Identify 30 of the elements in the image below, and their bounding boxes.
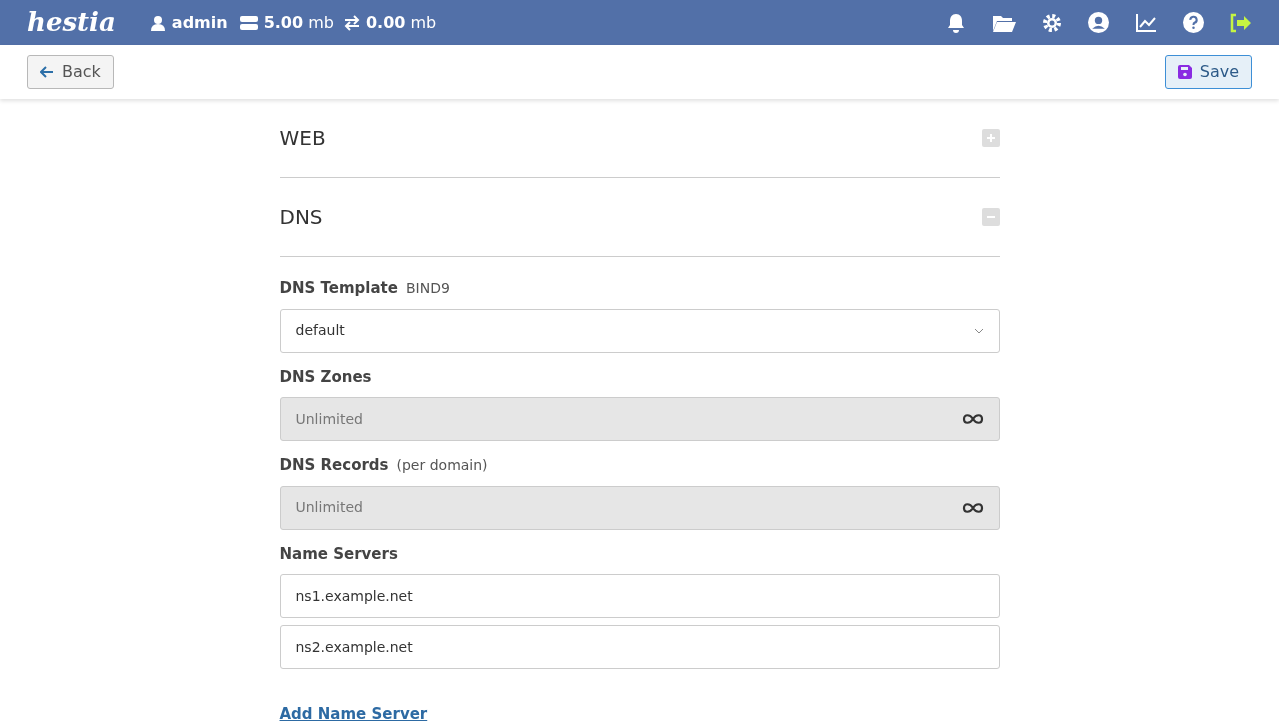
bandwidth-usage: 0.00 mb	[365, 11, 437, 34]
nameserver-input[interactable]: ns1.example.net	[279, 574, 1000, 618]
logout-icon[interactable]	[1230, 12, 1252, 33]
transfer-icon	[343, 14, 360, 31]
field-hint: BIND9	[405, 279, 450, 298]
add-name-server-link[interactable]: Add Name Server	[279, 705, 428, 723]
account-icon[interactable]	[1088, 12, 1109, 33]
chart-icon[interactable]	[1135, 12, 1157, 33]
username: admin	[171, 11, 228, 34]
field-hint: (per domain)	[396, 456, 488, 475]
help-icon[interactable]	[1183, 12, 1204, 33]
section-heading: WEB	[279, 125, 326, 152]
save-button[interactable]: Save	[1164, 55, 1252, 89]
field-label: DNS Zones	[279, 366, 372, 388]
settings-icon[interactable]	[1042, 12, 1062, 33]
field-label: Name Servers	[279, 543, 398, 565]
user-icon	[149, 14, 166, 31]
section-heading: DNS	[279, 204, 323, 231]
field-label: DNS Records	[279, 455, 389, 476]
disk-usage: 5.00 mb	[263, 11, 334, 34]
template-select[interactable]: default	[279, 308, 1000, 353]
back-button[interactable]: Back	[27, 55, 114, 89]
chevron-down-icon	[973, 327, 984, 334]
plus-icon	[985, 133, 996, 143]
server-icon	[239, 15, 258, 30]
field-label: DNS Template	[279, 278, 398, 299]
notifications-icon[interactable]	[946, 12, 966, 33]
arrow-left-icon	[40, 66, 54, 78]
nameserver-input[interactable]: ns2.example.net	[279, 625, 1000, 669]
logo[interactable]: hestia	[27, 3, 116, 42]
